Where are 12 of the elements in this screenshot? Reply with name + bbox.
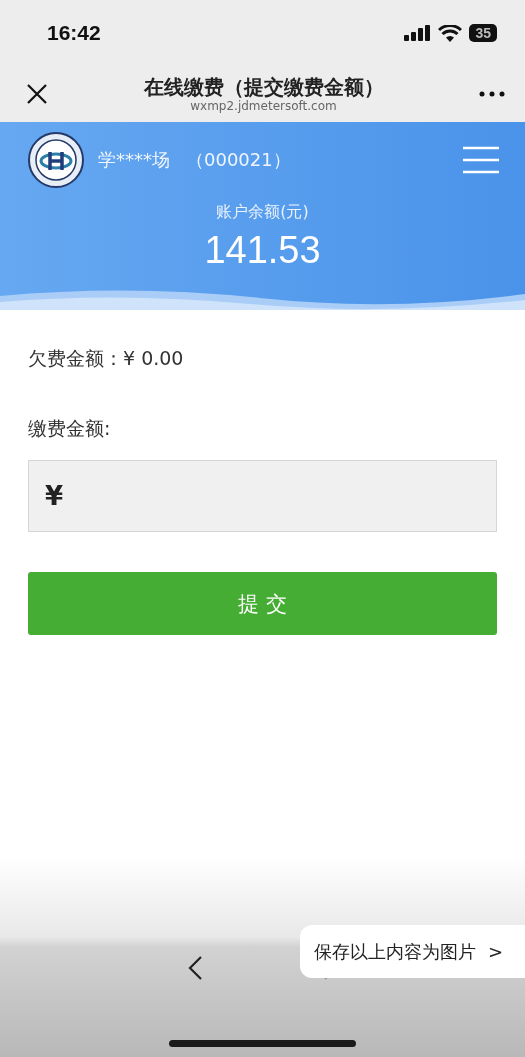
user-name: 学****场 <box>98 148 170 172</box>
amount-label: 缴费金额: <box>28 416 112 441</box>
arrears-text: 欠费金额：¥ 0.00 <box>28 346 185 371</box>
account-number: （000021） <box>186 148 292 172</box>
page-url: wxmp2.jdmetersoft.com <box>190 99 337 113</box>
balance-amount: 141.53 <box>204 229 321 272</box>
page-title: 在线缴费（提交缴费金额） <box>143 75 384 99</box>
balance-label: 账户余额(元) <box>216 202 309 223</box>
chevron-text: > <box>488 941 504 962</box>
battery-indicator: 35 <box>469 24 497 42</box>
popup-text: 保存以上内容为图片 <box>314 939 476 964</box>
clock: 16:42 <box>47 21 101 45</box>
